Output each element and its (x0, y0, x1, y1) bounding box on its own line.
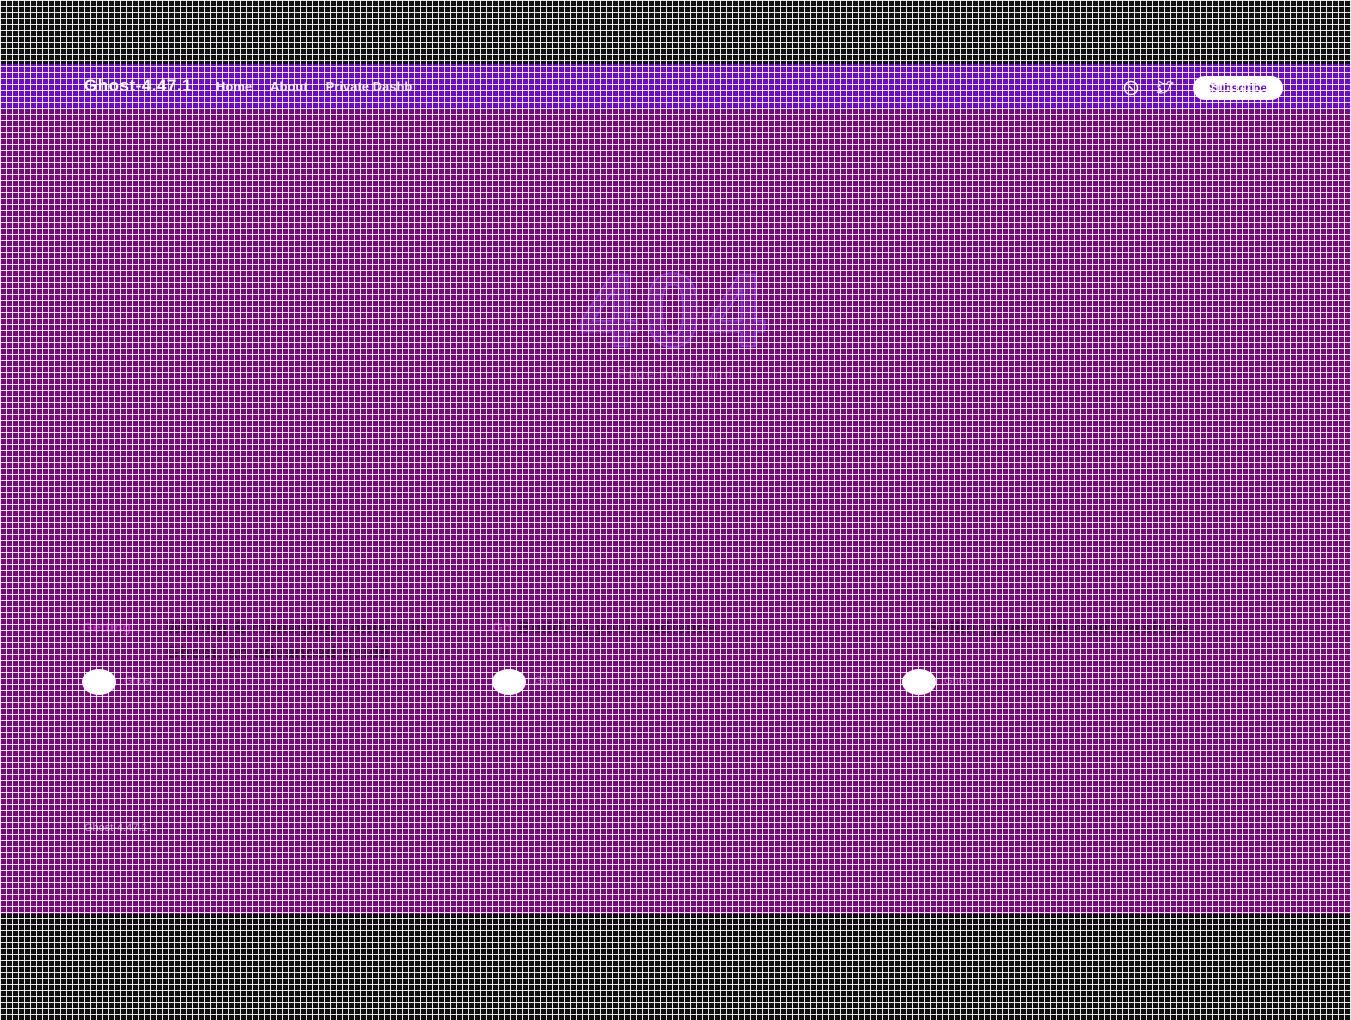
post-author[interactable]: Ghost (944, 675, 973, 687)
subscribe-button[interactable]: Subscribe (1192, 76, 1283, 100)
site-header: Ghost-4.47.1 Home About Private Dashb Su… (0, 64, 1351, 110)
post-author[interactable]: Ghost (124, 675, 153, 687)
main-content: 404 Page not found Getting Writing & man… (0, 110, 1351, 914)
author-avatar[interactable] (492, 669, 526, 695)
error-message: Page not found (617, 366, 734, 381)
post-author[interactable]: Ghost (534, 675, 563, 687)
post-card[interactable]: Selling premium memberships Ghost (902, 615, 1312, 725)
header-actions: Subscribe (1121, 76, 1283, 100)
post-tag[interactable]: Getting (82, 619, 131, 635)
post-title[interactable]: Selling premium memberships (928, 615, 1218, 640)
bottom-band (0, 914, 1351, 1020)
twitter-icon[interactable] (1155, 78, 1175, 98)
author-avatar[interactable] (902, 669, 936, 695)
post-tag[interactable]: Gh (492, 619, 511, 635)
author-avatar[interactable] (82, 669, 116, 695)
suggested-posts: Getting Writing & managing content in Gh… (82, 615, 1312, 725)
footer-copyright: Ghost-4.47.1 (84, 822, 148, 834)
search-icon[interactable] (1121, 78, 1141, 98)
post-title[interactable]: Writing & managing content in Ghost, an … (166, 615, 456, 665)
main-nav: Home About Private Dashb (216, 79, 412, 94)
site-brand[interactable]: Ghost-4.47.1 (84, 76, 192, 96)
error-code: 404 (579, 252, 772, 370)
post-card[interactable]: Getting Writing & managing content in Gh… (82, 615, 492, 725)
nav-about[interactable]: About (270, 79, 308, 94)
post-title[interactable]: Building your audience (518, 615, 808, 640)
nav-private-dashboard[interactable]: Private Dashb (326, 79, 413, 94)
nav-home[interactable]: Home (216, 79, 252, 94)
post-card[interactable]: Gh Building your audience Ghost (492, 615, 902, 725)
top-band (0, 0, 1351, 64)
